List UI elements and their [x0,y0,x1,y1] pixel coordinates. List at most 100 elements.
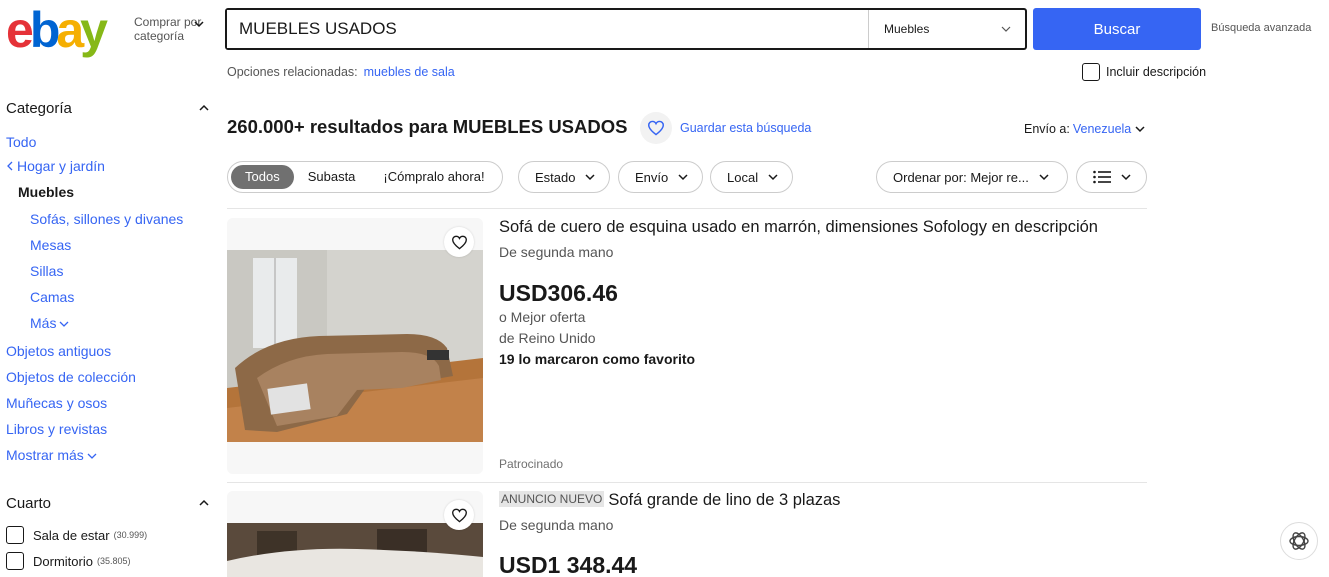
chevron-down-icon [1121,174,1131,181]
favorite-button[interactable] [444,227,474,257]
chevron-up-icon [199,499,209,506]
room-checkbox[interactable] [6,526,24,544]
chevron-left-icon [7,161,13,171]
search-category-value: Muebles [884,22,930,36]
category-item-munecas-osos[interactable]: Muñecas y osos [6,395,107,411]
category-item-camas[interactable]: Camas [30,289,74,305]
new-listing-badge: ANUNCIO NUEVO [499,491,605,507]
ebay-logo[interactable]: ebay [6,2,108,58]
room-option-sala[interactable]: Sala de estar (30.999) [6,526,147,544]
include-description-option[interactable]: Incluir descripción [1082,63,1206,81]
item-price: USD1 348.44 [499,552,638,577]
heart-icon [640,112,672,144]
category-item-muebles: Muebles [18,184,75,200]
include-description-checkbox[interactable] [1082,63,1100,81]
ship-to-value: Venezuela [1072,122,1132,136]
filter-estado-label: Estado [535,169,576,185]
logo-letter-b: b [29,2,60,58]
chevron-down-icon [59,321,69,328]
room-label: Dormitorio [33,553,93,569]
logo-letter-y: y [80,2,108,58]
room-heading-label: Cuarto [6,495,52,512]
show-more-label: Mostrar más [6,447,84,463]
heart-icon [451,508,467,522]
item-price: USD306.46 [499,280,618,306]
ship-to-selector[interactable]: Envío a: Venezuela [1024,122,1145,136]
chevron-down-icon [1039,174,1049,181]
chevron-down-icon [87,453,97,460]
search-category-select[interactable]: Muebles [868,10,1025,48]
filter-compralo-ahora[interactable]: ¡Cómpralo ahora! [369,165,498,189]
item-title[interactable]: ANUNCIO NUEVO Sofá grande de lino de 3 pl… [499,491,840,510]
filter-envio-button[interactable]: Envío [618,161,704,193]
shop-by-category-button[interactable]: Comprar por categoría [134,15,209,43]
filter-local-label: Local [727,169,759,185]
search-bar: Muebles [225,8,1027,50]
chevron-down-icon [585,174,596,181]
logo-letter-e: e [6,2,34,58]
filter-envio-label: Envío [635,169,669,185]
sofa-photo [227,491,483,577]
sofa-photo [227,218,483,474]
chevron-up-icon [199,104,209,111]
chevron-down-icon [678,174,688,181]
room-label: Sala de estar [33,527,110,543]
advanced-search-link[interactable]: Búsqueda avanzada [1211,22,1311,34]
sponsored-label: Patrocinado [499,457,564,471]
related-link[interactable]: muebles de sala [364,65,455,79]
category-item-label: Hogar y jardín [17,158,105,174]
filter-subasta[interactable]: Subasta [294,165,370,189]
assistant-float-button[interactable] [1280,522,1318,560]
divider [227,482,1147,483]
logo-letter-a: a [56,2,84,58]
filter-local-button[interactable]: Local [710,161,794,193]
chevron-down-icon [1135,126,1145,133]
search-button[interactable]: Buscar [1033,8,1201,50]
heart-icon [451,235,467,249]
include-description-label: Incluir descripción [1106,65,1207,79]
save-search-button[interactable]: Guardar esta búsqueda [640,112,811,144]
category-item-objetos-coleccion[interactable]: Objetos de colección [6,369,136,385]
category-heading-label: Categoría [6,100,72,117]
item-image[interactable] [227,491,483,577]
category-item-label: Más [30,315,57,331]
room-heading[interactable]: Cuarto [6,495,211,512]
sort-label: Ordenar por: Mejor re... [893,169,1029,185]
item-condition: De segunda mano [499,517,614,533]
ship-to-label: Envío a: [1024,122,1070,136]
item-title-text: Sofá grande de lino de 3 plazas [608,491,841,509]
category-item-todo[interactable]: Todo [6,134,36,150]
view-toggle-button[interactable] [1076,161,1147,193]
room-checkbox[interactable] [6,552,24,570]
category-item-mas[interactable]: Más [30,315,69,331]
related-searches: Opciones relacionadas: muebles de sala [227,65,455,79]
category-item-libros-revistas[interactable]: Libros y revistas [6,421,107,437]
results-count: 260.000+ resultados para MUEBLES USADOS [227,116,628,137]
sort-button[interactable]: Ordenar por: Mejor re... [876,161,1068,193]
category-heading[interactable]: Categoría [6,100,211,117]
item-title[interactable]: Sofá de cuero de esquina usado en marrón… [499,218,1098,237]
category-item-objetos-antiguos[interactable]: Objetos antiguos [6,343,111,359]
category-item-mesas[interactable]: Mesas [30,237,71,253]
category-item-hogar-y-jardin[interactable]: Hogar y jardín [6,158,105,174]
search-input[interactable] [227,10,868,48]
room-option-dormitorio[interactable]: Dormitorio (35.805) [6,552,131,570]
chevron-down-icon [768,174,778,181]
openai-logo-icon [1289,532,1309,550]
category-item-sofas[interactable]: Sofás, sillones y divanes [30,211,183,227]
item-watchers: 19 lo marcaron como favorito [499,351,696,367]
category-item-sillas[interactable]: Sillas [30,263,63,279]
chevron-down-icon [194,21,204,28]
save-search-label: Guardar esta búsqueda [680,121,812,135]
item-best-offer: o Mejor oferta [499,309,586,325]
item-image[interactable] [227,218,483,474]
room-count: (30.999) [113,530,148,540]
filter-todos[interactable]: Todos [231,165,294,189]
room-count: (35.805) [96,556,131,566]
favorite-button[interactable] [444,500,474,530]
filter-estado-button[interactable]: Estado [518,161,611,193]
item-origin: de Reino Unido [499,330,596,346]
divider [227,208,1147,209]
show-more-link[interactable]: Mostrar más [6,447,97,463]
related-label: Opciones relacionadas: [227,65,358,79]
